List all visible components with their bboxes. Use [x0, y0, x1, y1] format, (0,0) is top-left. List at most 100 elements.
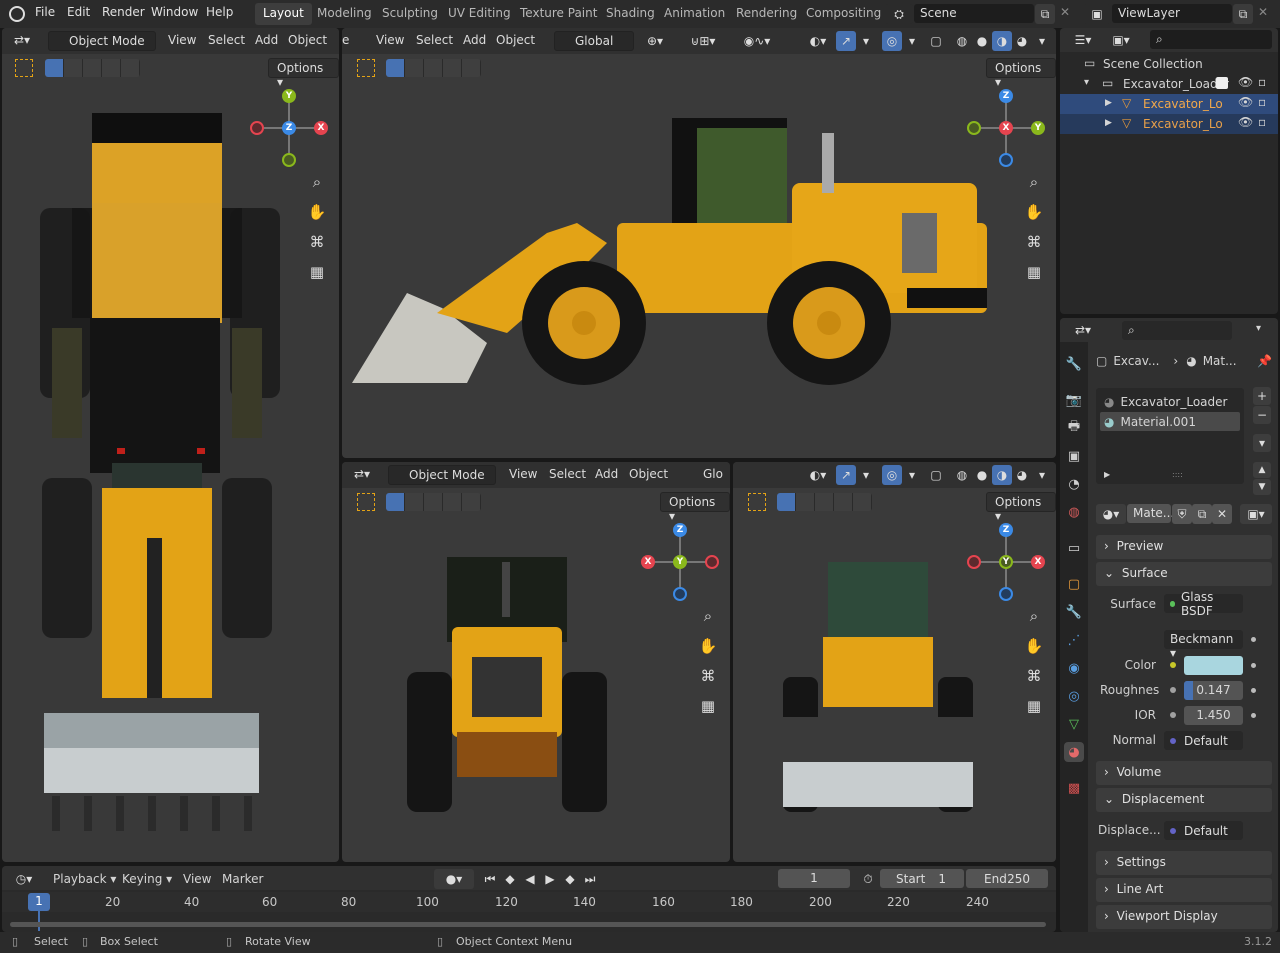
- gizmo-neg-y-axis[interactable]: Y: [999, 555, 1013, 569]
- unlink-material-icon[interactable]: ✕: [1212, 504, 1232, 524]
- visibility-icon[interactable]: ◐▾: [802, 31, 834, 51]
- current-frame-field[interactable]: 1: [778, 869, 850, 888]
- tool-select-icon[interactable]: [357, 493, 375, 511]
- grid-icon[interactable]: ▦: [1022, 260, 1046, 284]
- menu-window[interactable]: Window: [151, 5, 198, 19]
- jump-next-keyframe-icon[interactable]: ◆: [560, 869, 580, 889]
- gizmo-x-axis[interactable]: X: [999, 121, 1013, 135]
- menu-view[interactable]: View: [509, 467, 537, 481]
- jump-end-icon[interactable]: ⏭: [580, 869, 600, 889]
- options-button[interactable]: Options ▾: [660, 492, 730, 523]
- outliner-editor-type-icon[interactable]: ☰▾: [1068, 30, 1098, 50]
- new-viewlayer-icon[interactable]: ⧉: [1233, 4, 1253, 24]
- displacement-panel-header[interactable]: ⌄ Displacement: [1096, 788, 1272, 812]
- add-slot-icon[interactable]: +: [1253, 387, 1271, 405]
- material-slot[interactable]: ◕ Material.001: [1100, 412, 1240, 431]
- settings-panel-header[interactable]: › Settings: [1096, 851, 1272, 875]
- object-row[interactable]: ▶ ▽ Excavator_Lo 👁 ▫: [1060, 114, 1278, 134]
- close-viewlayer-icon[interactable]: ✕: [1258, 5, 1268, 19]
- data-tab-icon[interactable]: ▽: [1064, 714, 1084, 734]
- gizmo-dropdown-icon[interactable]: ▾: [856, 465, 876, 485]
- shading-wireframe-icon[interactable]: ◍: [952, 465, 972, 485]
- material-tab-icon[interactable]: ◕: [1064, 742, 1084, 762]
- overlay-dropdown-icon[interactable]: ▾: [902, 31, 922, 51]
- options-button[interactable]: Options ▾: [986, 58, 1056, 89]
- move-up-icon[interactable]: ▲: [1253, 462, 1271, 478]
- gizmo-neg-z-axis[interactable]: [673, 587, 687, 601]
- menu-view[interactable]: View: [168, 33, 196, 47]
- gizmo-z-axis[interactable]: Z: [999, 89, 1013, 103]
- keyframe-dot-icon[interactable]: [1251, 663, 1256, 668]
- physics-tab-icon[interactable]: ◉: [1064, 658, 1084, 678]
- shading-material-icon[interactable]: ◑: [992, 465, 1012, 485]
- menu-object[interactable]: Object: [288, 33, 327, 47]
- expand-arrow-icon[interactable]: ▶: [1105, 98, 1112, 108]
- mode-dropdown[interactable]: Object Mode: [388, 465, 496, 485]
- viewport-left[interactable]: ⇄▾ Object Mode View Select Add Object Op…: [2, 28, 339, 862]
- material-name-field[interactable]: Mate...: [1127, 504, 1174, 523]
- options-button[interactable]: Options ▾: [986, 492, 1056, 523]
- gizmo-toggle-icon[interactable]: ↗: [836, 31, 856, 51]
- tab-compositing[interactable]: Compositing: [798, 3, 889, 25]
- overlay-dropdown-icon[interactable]: ▾: [902, 465, 922, 485]
- menu-render[interactable]: Render: [102, 5, 145, 19]
- keyframe-dot-icon[interactable]: [1251, 713, 1256, 718]
- xray-icon[interactable]: ▢: [926, 465, 946, 485]
- volume-panel-header[interactable]: › Volume: [1096, 761, 1272, 785]
- proportional-edit-icon[interactable]: ◉∿▾: [734, 31, 780, 51]
- checkbox-icon[interactable]: [1216, 77, 1228, 89]
- viewlayer-name-field[interactable]: ViewLayer: [1112, 4, 1232, 23]
- texture-tab-icon[interactable]: ▩: [1064, 778, 1084, 798]
- displacement-field[interactable]: Default: [1164, 821, 1243, 840]
- menu-partial[interactable]: e: [342, 33, 349, 47]
- scene-tab-icon[interactable]: ◔: [1064, 474, 1084, 494]
- xray-icon[interactable]: ▢: [926, 31, 946, 51]
- tool-select-icon[interactable]: [748, 493, 766, 511]
- zoom-icon[interactable]: ⌕: [1022, 170, 1046, 194]
- shading-solid-icon[interactable]: ●: [972, 31, 992, 51]
- display-mode-icon[interactable]: ▣▾: [1106, 30, 1136, 50]
- dropdown-icon[interactable]: ▾: [1256, 323, 1261, 334]
- viewport-front[interactable]: ⇄▾ Object Mode View Select Add Object Gl…: [342, 462, 730, 862]
- outliner-search-input[interactable]: ⌕: [1150, 30, 1272, 49]
- selection-mode-set[interactable]: [386, 59, 481, 77]
- viewport-side[interactable]: e View Select Add Object Global ⊕▾ ⊍⊞▾ ◉…: [342, 28, 1056, 458]
- selection-mode-set[interactable]: [386, 493, 481, 511]
- camera-icon[interactable]: ⌘: [305, 230, 329, 254]
- tab-modeling[interactable]: Modeling: [309, 3, 380, 25]
- pan-hand-icon[interactable]: ✋: [305, 200, 329, 224]
- tool-select-icon[interactable]: [15, 59, 33, 77]
- gizmo-z-axis[interactable]: Z: [673, 523, 687, 537]
- render-camera-icon[interactable]: ▫: [1258, 115, 1266, 129]
- gizmo-x-axis[interactable]: X: [1031, 555, 1045, 569]
- gizmo-neg-z-axis[interactable]: [999, 587, 1013, 601]
- camera-icon[interactable]: ⌘: [1022, 230, 1046, 254]
- tab-texture-paint[interactable]: Texture Paint: [512, 3, 605, 25]
- properties-editor-type-icon[interactable]: ⇄▾: [1068, 320, 1098, 340]
- transform-orientation-dropdown[interactable]: Global: [554, 31, 634, 51]
- eye-icon[interactable]: 👁: [1238, 115, 1253, 129]
- particles-tab-icon[interactable]: ⋰: [1064, 630, 1084, 650]
- shading-dropdown-icon[interactable]: ▾: [1032, 31, 1052, 51]
- editor-type-icon[interactable]: ⇄▾: [8, 31, 44, 51]
- ior-field[interactable]: 1.450: [1184, 706, 1243, 725]
- object-tab-icon[interactable]: ▢: [1064, 574, 1084, 594]
- preview-range-icon[interactable]: ⏱: [858, 869, 878, 889]
- menu-add[interactable]: Add: [255, 33, 278, 47]
- output-tab-icon[interactable]: 🖶: [1064, 418, 1084, 438]
- overlay-toggle-icon[interactable]: ◎: [882, 465, 902, 485]
- eye-icon[interactable]: 👁: [1238, 75, 1253, 89]
- gizmo-y-axis[interactable]: Y: [282, 89, 296, 103]
- selection-mode-set[interactable]: [45, 59, 140, 77]
- scene-name-field[interactable]: Scene: [914, 4, 1034, 23]
- tab-uv-editing[interactable]: UV Editing: [440, 3, 519, 25]
- gizmo-y-axis[interactable]: Y: [1031, 121, 1045, 135]
- camera-icon[interactable]: ⌘: [696, 664, 720, 688]
- pan-hand-icon[interactable]: ✋: [1022, 634, 1046, 658]
- surface-panel-header[interactable]: ⌄ Surface: [1096, 562, 1272, 586]
- distribution-dropdown[interactable]: Beckmann ▾: [1164, 630, 1243, 660]
- zoom-icon[interactable]: ⌕: [1022, 604, 1046, 628]
- tool-select-icon[interactable]: [357, 59, 375, 77]
- zoom-icon[interactable]: ⌕: [305, 170, 329, 194]
- gizmo-y-axis[interactable]: Y: [673, 555, 687, 569]
